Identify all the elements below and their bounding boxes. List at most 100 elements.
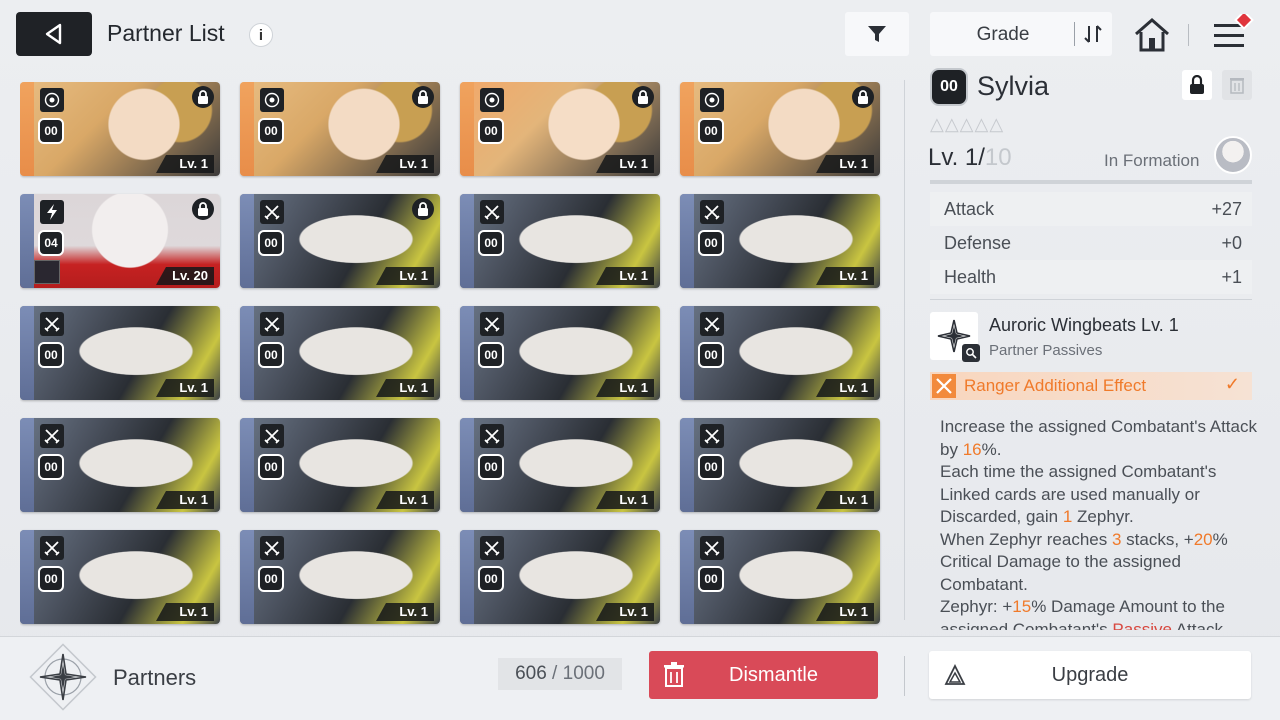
stat-row-attack: Attack +27 (930, 192, 1252, 226)
card-stripe (240, 530, 254, 624)
magnifier-icon (962, 344, 980, 362)
partner-card[interactable]: 00 Lv. 1 (20, 82, 220, 176)
detail-trash-button[interactable] (1222, 70, 1252, 100)
back-arrow-icon (45, 23, 62, 45)
lock-icon (192, 86, 214, 108)
level-tag: Lv. 1 (816, 267, 874, 285)
level-tag: Lv. 1 (596, 491, 654, 509)
level-current: Lv. 1/ (928, 144, 985, 171)
level-tag: Lv. 1 (376, 603, 434, 621)
card-stripe (20, 82, 34, 176)
home-button[interactable] (1132, 16, 1172, 54)
level-tag: Lv. 1 (596, 603, 654, 621)
back-button[interactable] (16, 12, 92, 56)
partner-card[interactable]: 00 Lv. 1 (460, 306, 660, 400)
sort-dropdown[interactable]: Grade (930, 12, 1112, 56)
menu-button[interactable] (1208, 10, 1256, 54)
level-tag: Lv. 1 (816, 491, 874, 509)
partner-card[interactable]: 00 Lv. 1 (240, 82, 440, 176)
partner-card[interactable]: 00 Lv. 1 (20, 530, 220, 624)
skill-name: Auroric Wingbeats Lv. 1 (989, 315, 1179, 335)
rank-badge: 00 (698, 118, 724, 144)
crossed-swords-icon (260, 312, 284, 336)
partner-card[interactable]: 00 Lv. 1 (460, 530, 660, 624)
lightning-icon (40, 200, 64, 224)
dismantle-button[interactable]: Dismantle (649, 651, 878, 699)
partner-card[interactable]: 00 Lv. 1 (20, 418, 220, 512)
stat-row-defense: Defense +0 (930, 226, 1252, 260)
checkmark-icon: ✓ (1224, 374, 1240, 394)
hamburger-menu-icon (1214, 10, 1254, 47)
stat-value: +0 (1221, 233, 1242, 253)
lock-icon (412, 86, 434, 108)
level-tag: Lv. 1 (596, 379, 654, 397)
crossed-swords-icon (480, 536, 504, 560)
partner-card[interactable]: 00 Lv. 1 (460, 82, 660, 176)
rank-badge: 04 (38, 230, 64, 256)
sort-order-icon[interactable] (1078, 22, 1108, 46)
partner-card[interactable]: 00 Lv. 1 (680, 306, 880, 400)
equipped-character-avatar (34, 260, 60, 284)
card-stripe (680, 530, 694, 624)
lock-icon (192, 198, 214, 220)
desc-keyword: Passive (1112, 619, 1172, 631)
partner-capacity: 606 / 1000 (498, 658, 622, 690)
sort-divider (1074, 22, 1075, 46)
detail-rank-badge: 00 (930, 68, 968, 106)
detail-lock-button[interactable] (1182, 70, 1212, 100)
skill-description: Increase the assigned Combatant's Attack… (940, 416, 1258, 630)
upgrade-button[interactable]: Upgrade (929, 651, 1251, 699)
card-stripe (680, 194, 694, 288)
rank-badge: 00 (258, 342, 284, 368)
level-max: 10 (984, 144, 1012, 171)
detail-partner-name: Sylvia (977, 71, 1050, 101)
bottom-divider (904, 656, 905, 696)
formation-avatar[interactable] (1214, 136, 1252, 174)
desc-text: When Zephyr reaches (940, 529, 1112, 549)
rank-badge: 00 (478, 118, 504, 144)
level-tag: Lv. 1 (816, 603, 874, 621)
rank-badge: 00 (698, 342, 724, 368)
desc-highlight: 16 (962, 439, 982, 459)
partner-card[interactable]: 00 Lv. 1 (680, 194, 880, 288)
desc-text: Zephyr: + (940, 597, 1013, 616)
rank-badge: 00 (258, 118, 284, 144)
level-tag: Lv. 1 (156, 379, 214, 397)
rank-badge: 00 (698, 454, 724, 480)
partner-card[interactable]: 00 Lv. 1 (240, 530, 440, 624)
partner-card[interactable]: 00 Lv. 1 (20, 306, 220, 400)
partner-card[interactable]: 00 Lv. 1 (460, 418, 660, 512)
level-tag: Lv. 1 (156, 603, 214, 621)
rank-badge: 00 (38, 118, 64, 144)
detail-level: Lv. 1/10 (928, 144, 1012, 172)
level-tag: Lv. 1 (816, 155, 874, 173)
ranger-effect-bar[interactable]: Ranger Additional Effect ✓ (930, 372, 1252, 400)
panel-divider (904, 80, 905, 620)
card-stripe (240, 418, 254, 512)
partner-card[interactable]: 00 Lv. 1 (680, 418, 880, 512)
stats-divider (930, 299, 1252, 300)
desc-highlight: 1 (1062, 507, 1073, 526)
partner-card[interactable]: 00 Lv. 1 (240, 418, 440, 512)
capacity-max: 1000 (562, 663, 605, 684)
rank-badge: 00 (38, 566, 64, 592)
desc-highlight: 20 (1193, 529, 1213, 549)
dismantle-label: Dismantle (729, 664, 818, 686)
card-stripe (240, 194, 254, 288)
partner-card[interactable]: 04 Lv. 20 (20, 194, 220, 288)
filter-button[interactable] (845, 12, 909, 56)
rank-badge: 00 (478, 230, 504, 256)
partner-card[interactable]: 00 Lv. 1 (240, 306, 440, 400)
crossed-swords-icon (700, 312, 724, 336)
rank-badge: 00 (38, 342, 64, 368)
partner-card[interactable]: 00 Lv. 1 (460, 194, 660, 288)
stat-value: +1 (1221, 267, 1242, 287)
sort-label: Grade (976, 24, 1030, 45)
partner-card[interactable]: 00 Lv. 1 (240, 194, 440, 288)
info-icon[interactable]: i (249, 23, 273, 47)
crossed-swords-icon (40, 536, 64, 560)
partner-card[interactable]: 00 Lv. 1 (680, 82, 880, 176)
card-stripe (460, 82, 474, 176)
skill-icon-button[interactable] (930, 312, 980, 362)
partner-card[interactable]: 00 Lv. 1 (680, 530, 880, 624)
